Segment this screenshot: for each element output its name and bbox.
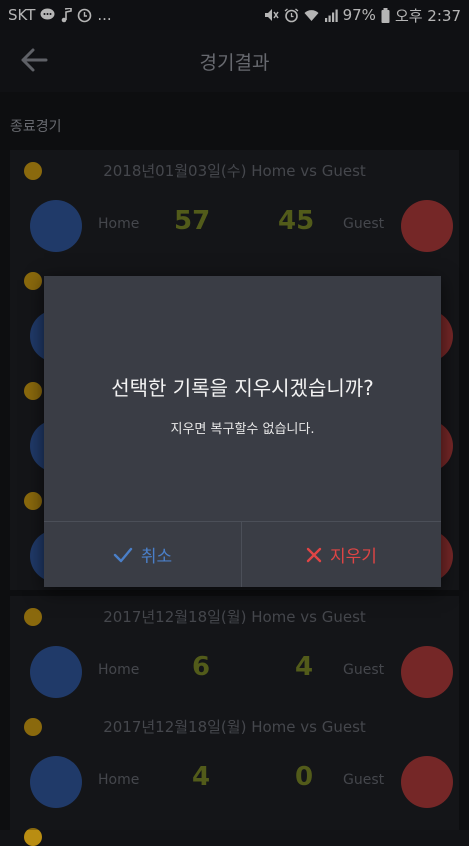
close-icon: [306, 547, 322, 562]
cancel-label: 취소: [140, 547, 173, 567]
cancel-button[interactable]: 취소: [44, 522, 241, 587]
check-icon: [113, 547, 133, 562]
dialog-title: 선택한 기록을 지우시겠습니까?: [111, 376, 374, 400]
delete-button[interactable]: 지우기: [242, 522, 441, 587]
dialog-message: 지우면 복구할수 없습니다.: [170, 422, 315, 437]
delete-label: 지우기: [330, 547, 377, 567]
delete-confirm-dialog: 선택한 기록을 지우시겠습니까? 지우면 복구할수 없습니다. 취소 지우기: [44, 276, 441, 587]
status-dot-icon: [24, 828, 42, 846]
